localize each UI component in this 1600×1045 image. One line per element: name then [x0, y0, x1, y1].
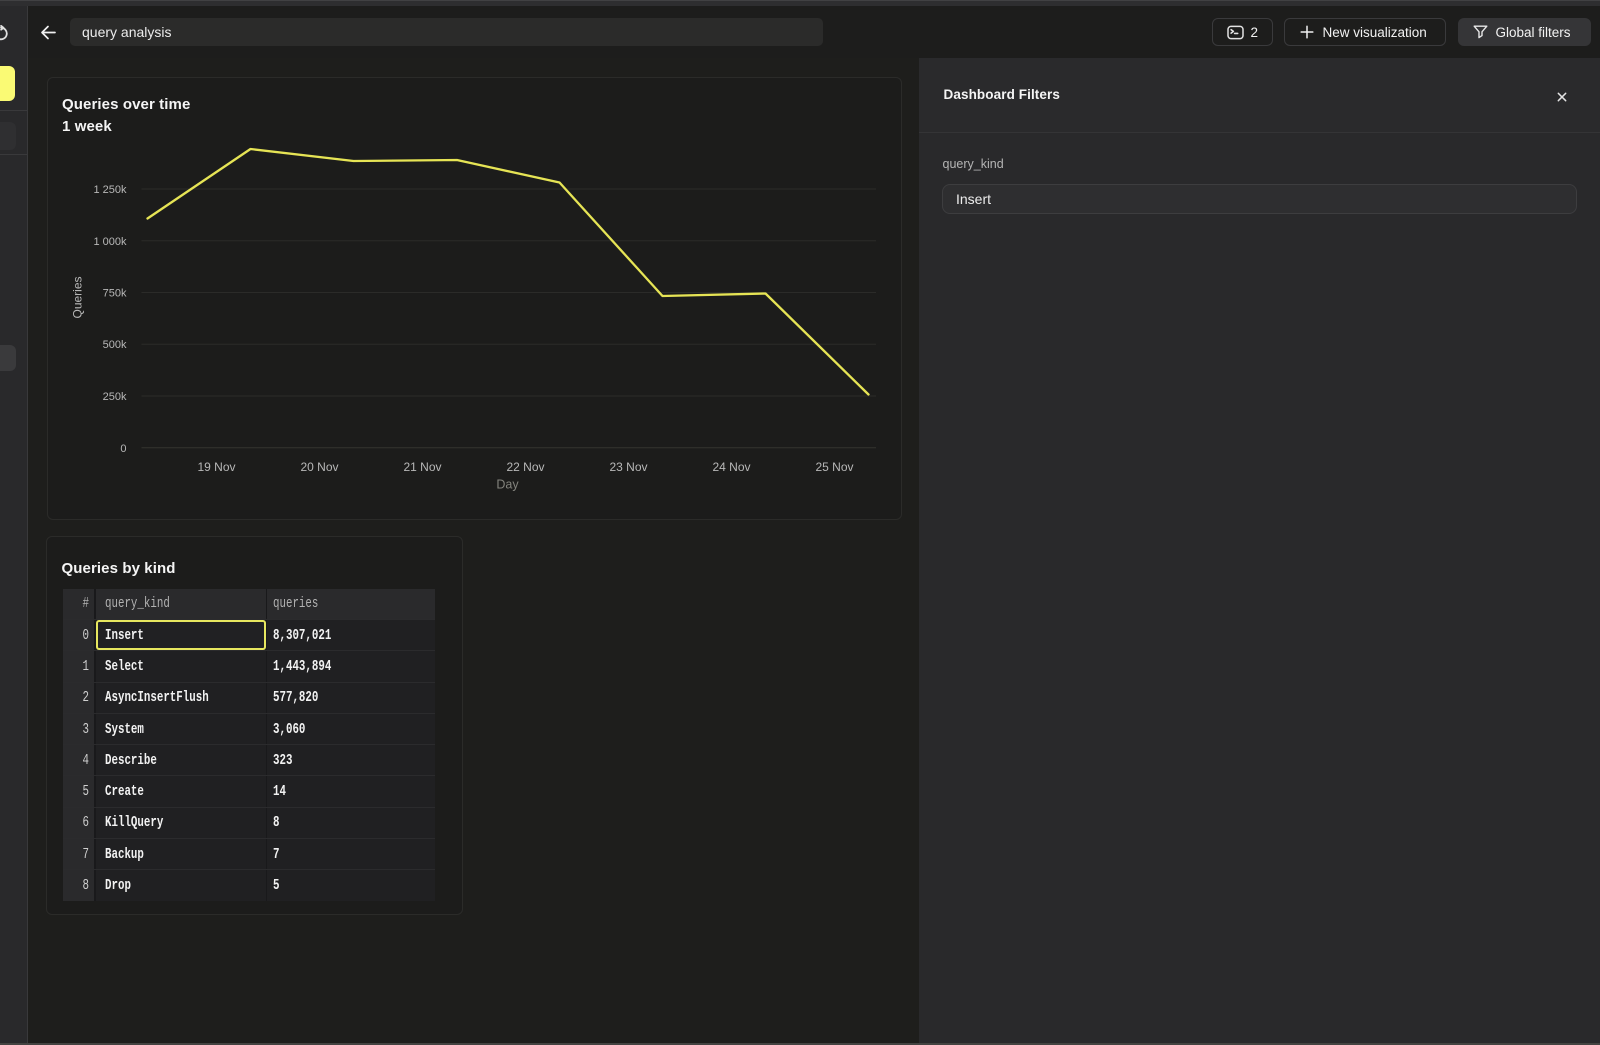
svg-text:250k: 250k: [102, 391, 126, 403]
svg-text:Queries: Queries: [70, 276, 84, 318]
svg-text:1 250k: 1 250k: [93, 184, 127, 196]
svg-text:1 000k: 1 000k: [93, 236, 127, 248]
svg-text:22 Nov: 22 Nov: [506, 460, 544, 474]
svg-text:24 Nov: 24 Nov: [712, 460, 750, 474]
svg-text:750k: 750k: [102, 288, 126, 300]
svg-text:0: 0: [120, 443, 126, 455]
svg-text:500k: 500k: [102, 339, 126, 351]
svg-text:20 Nov: 20 Nov: [300, 460, 338, 474]
svg-text:21 Nov: 21 Nov: [403, 460, 441, 474]
svg-text:Day: Day: [496, 478, 519, 492]
svg-text:19 Nov: 19 Nov: [197, 460, 235, 474]
svg-text:25 Nov: 25 Nov: [815, 460, 853, 474]
svg-text:23 Nov: 23 Nov: [609, 460, 647, 474]
